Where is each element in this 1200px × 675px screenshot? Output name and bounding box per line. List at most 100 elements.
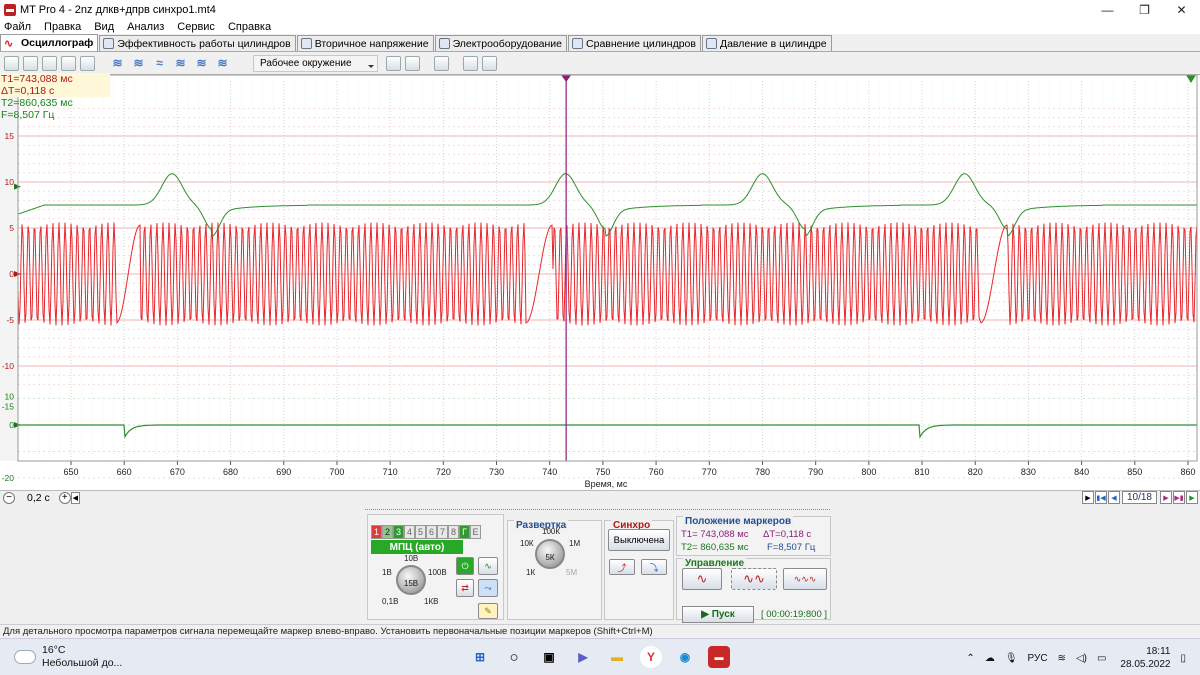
tab-cylinder-pressure[interactable]: Давление в цилиндре [701,35,832,51]
channel-5[interactable]: 5 [415,525,426,539]
voltage-knob[interactable]: 15В [396,565,426,595]
y-tick-label-lower: -20 [2,473,15,483]
time-scrollbar[interactable]: − 0,2 с + ◀ [0,490,1200,505]
save-icon[interactable] [42,55,57,71]
channel-g[interactable]: Г [459,525,470,539]
tab-cylinder-efficiency[interactable]: Эффективность работы цилиндров [99,35,296,51]
menu-service[interactable]: Сервис [177,21,215,33]
scroll-left-icon[interactable]: ◀ [70,492,80,504]
invert-icon[interactable]: ⇄ [456,579,474,597]
x-tick-label: 710 [383,467,398,477]
menu-analysis[interactable]: Анализ [127,21,164,33]
continuous-sweep-icon[interactable]: ∿∿ [731,568,777,590]
window-title: MT Pro 4 - 2nz длкв+дпрв синхро1.mt4 [20,3,216,16]
sweep-knob[interactable]: 5К [535,539,565,569]
environment-select[interactable]: Рабочее окружение [253,54,378,72]
play-arrow-icon: ▶ [701,609,712,620]
waves-icon-4[interactable]: ≋ [172,56,189,71]
play-icon[interactable]: ▶ [1186,491,1198,504]
close-button[interactable]: ✕ [1163,0,1200,19]
menu-help[interactable]: Справка [228,21,271,33]
tab-secondary-voltage[interactable]: Вторичное напряжение [296,35,434,51]
menu-view[interactable]: Вид [94,21,114,33]
probe-icon[interactable]: ✎ [478,603,498,619]
maximize-button[interactable]: ❐ [1126,0,1163,19]
microphone-icon[interactable]: 🎙 [1005,653,1018,664]
prev-page-icon[interactable]: ◀ [1107,491,1120,504]
save-as-icon[interactable] [61,55,76,71]
green-series-line [17,173,1197,238]
power-icon[interactable]: ⏻ [456,557,474,575]
marker-t1: T1=743,088 мс [1,73,73,85]
control-group: Управление ∿ ∿∿ ∿∿∿ ▶ Пуск [ 00:00:19:80… [676,558,831,623]
oscillogram-svg[interactable]: 650 660 670 680 690 700 710 720 730 740 750 760 770 7… [0,75,1200,491]
x-tick-label: 730 [489,467,504,477]
channel-6[interactable]: 6 [426,525,437,539]
tab-oscilloscope[interactable]: ∿ Осциллограф [0,34,99,51]
waves-icon-6[interactable]: ≋ [214,56,231,71]
waves-icon-5[interactable]: ≋ [193,56,210,71]
volume-icon[interactable]: ◁) [1076,653,1087,664]
open-folder-icon[interactable] [23,55,38,71]
start-icon[interactable]: ⊞ [469,646,491,668]
save-env-icon[interactable] [405,55,420,71]
edge-icon[interactable]: ◉ [674,646,696,668]
print-icon[interactable] [80,55,95,71]
x-tick-label: 820 [968,467,983,477]
last-page-icon[interactable]: ▶▮ [1173,491,1185,504]
waves-icon-3[interactable]: ≈ [151,56,168,71]
mtpro-taskbar-icon[interactable]: ▬ [708,646,730,668]
zoom-out-icon[interactable]: − [3,492,15,504]
start-button[interactable]: ▶ Пуск [682,606,754,623]
wifi-icon[interactable]: ≋ [1058,653,1066,664]
filter-icon[interactable]: ⤳ [478,579,498,597]
yandex-icon[interactable]: Y [640,646,662,668]
scroll-right-icon[interactable]: ▶ [1081,491,1094,504]
chat-icon[interactable]: ▶ [572,646,594,668]
channel-8[interactable]: 8 [448,525,459,539]
channel-2[interactable]: 2 [382,525,393,539]
clock[interactable]: 18:11 28.05.2022 [1120,645,1170,671]
oscilloscope-plot[interactable]: 650 660 670 680 690 700 710 720 730 740 750 760 770 7… [0,74,1200,490]
channel-4[interactable]: 4 [404,525,415,539]
language-indicator[interactable]: РУС [1028,653,1048,664]
record-icon[interactable]: ∿∿∿ [783,568,827,590]
channel-3[interactable]: 3 [393,525,404,539]
ac-wave-icon[interactable]: ∿ [478,557,498,575]
channel-7[interactable]: 7 [437,525,448,539]
mpc-auto-label[interactable]: МПЦ (авто) [371,540,463,554]
waves-icon-2[interactable]: ≋ [130,56,147,71]
chevron-up-icon[interactable]: ⌃ [966,653,974,664]
grid-icon[interactable] [482,55,497,71]
new-file-icon[interactable] [4,55,19,71]
tab-electrical[interactable]: Электрооборудование [434,35,568,51]
channel-e[interactable]: Е [470,525,481,539]
car-icon[interactable] [434,55,449,71]
onedrive-icon[interactable]: ☁ [985,653,995,664]
channel-1[interactable]: 1 [371,525,382,539]
tab-cylinder-compare[interactable]: Сравнение цилиндров [568,35,701,51]
menu-file[interactable]: Файл [4,21,31,33]
weather-widget[interactable]: 16°C Небольшой до... [14,644,122,670]
printer-icon[interactable] [463,55,478,71]
explorer-icon[interactable]: ▬ [606,646,628,668]
task-view-icon[interactable]: ▣ [538,646,560,668]
sync-fall-icon[interactable]: ⤵ [641,559,667,575]
zoom-in-icon[interactable]: + [58,492,71,504]
next-page-icon[interactable]: ▶ [1160,491,1172,504]
sync-off-button[interactable]: Выключена [608,529,670,551]
menu-edit[interactable]: Правка [44,21,81,33]
time-marker-handle [561,75,572,82]
minimize-button[interactable]: — [1089,0,1126,19]
notifications-icon[interactable]: ▯ [1180,653,1186,664]
first-page-icon[interactable]: ▮◀ [1094,491,1107,504]
waves-icon-1[interactable]: ≋ [109,56,126,71]
undo-icon[interactable] [386,55,401,71]
search-icon[interactable]: ○ [503,646,525,668]
x-tick-label: 800 [861,467,876,477]
single-sweep-icon[interactable]: ∿ [682,568,722,590]
v-label-1k: 1КВ [424,597,439,606]
x-tick-label: 740 [542,467,557,477]
battery-icon[interactable]: ▭ [1097,653,1106,664]
sync-rise-icon[interactable]: ⤴ [609,559,635,575]
